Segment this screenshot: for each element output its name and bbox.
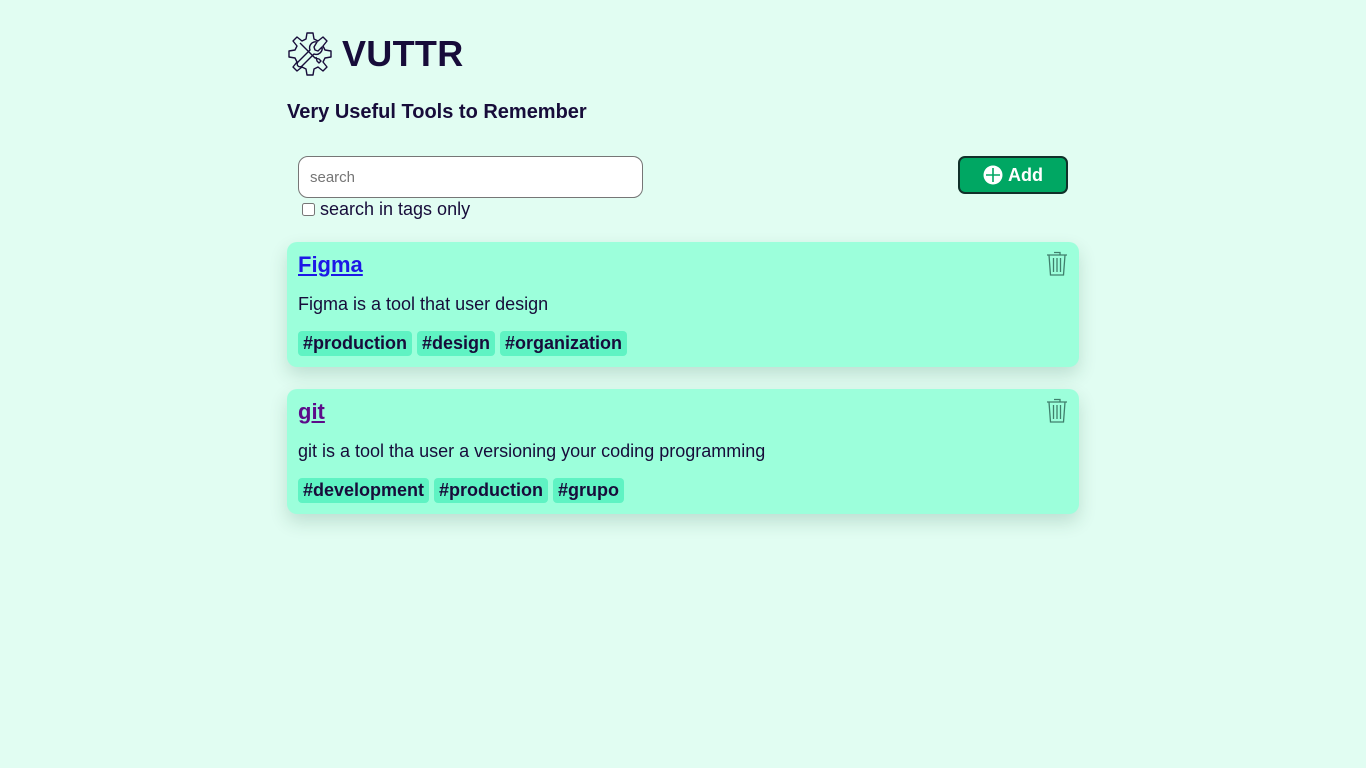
search-input[interactable] xyxy=(298,156,643,198)
tool-card: Figma Figma is a tool that user design #… xyxy=(287,242,1079,367)
tool-title-link[interactable]: Figma xyxy=(298,252,363,278)
tag-list: #production #design #organization xyxy=(298,331,628,356)
tags-only-label[interactable]: search in tags only xyxy=(320,199,470,219)
tags-only-option: search in tags only xyxy=(301,199,470,219)
tag: #production xyxy=(434,478,549,503)
plus-circle-icon xyxy=(983,165,1003,185)
tag: #production xyxy=(298,331,412,356)
add-button-label: Add xyxy=(1008,164,1043,185)
app-title: VUTTR xyxy=(342,33,464,74)
tag: #design xyxy=(417,331,496,356)
gear-wrench-icon xyxy=(288,32,332,76)
tag: #organization xyxy=(500,331,628,356)
add-button[interactable]: Add xyxy=(958,156,1068,194)
header: VUTTR xyxy=(287,31,464,77)
tags-only-checkbox[interactable] xyxy=(302,202,315,216)
app-subtitle: Very Useful Tools to Remember xyxy=(287,101,587,123)
trash-icon[interactable] xyxy=(1046,398,1068,423)
tool-title-link[interactable]: git xyxy=(298,399,325,425)
tool-description: git is a tool tha user a versioning your… xyxy=(298,441,766,461)
tag: #grupo xyxy=(553,478,625,503)
trash-icon[interactable] xyxy=(1046,251,1068,276)
tag-list: #development #production #grupo xyxy=(298,478,625,503)
tool-card: git git is a tool tha user a versioning … xyxy=(287,389,1079,514)
tool-description: Figma is a tool that user design xyxy=(298,294,549,314)
tag: #development xyxy=(298,478,430,503)
